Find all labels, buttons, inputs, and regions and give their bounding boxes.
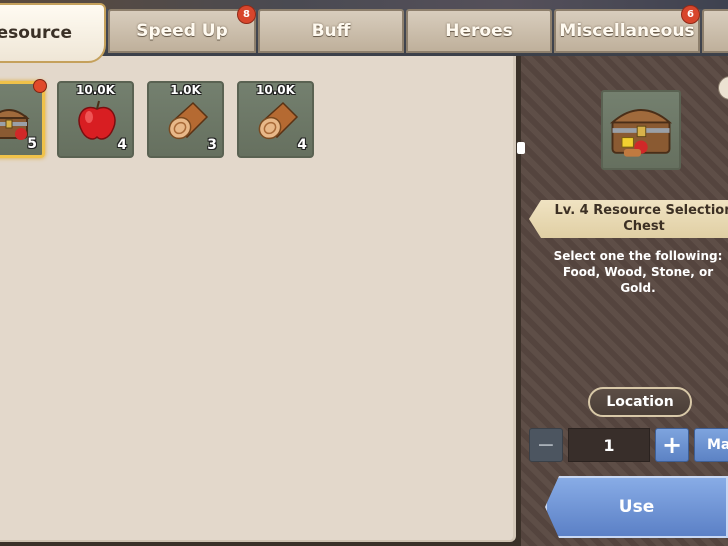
- item-amount-label: 10.0K: [256, 83, 295, 97]
- item-amount-label: 1.0K: [170, 83, 201, 97]
- info-icon[interactable]: [718, 76, 728, 100]
- panel-divider-nub: [517, 142, 525, 154]
- inventory-item-wood[interactable]: 10.0K 4: [237, 81, 314, 158]
- increase-quantity-button[interactable]: +: [655, 428, 689, 462]
- category-tab-bar: Speed Up 8 Buff Heroes Miscellaneous 6 R…: [0, 0, 728, 63]
- item-amount-label: 10.0K: [76, 83, 115, 97]
- inventory-item-food[interactable]: 10.0K 4: [57, 81, 134, 158]
- quantity-stepper: − + Max: [521, 428, 728, 464]
- inventory-item-resource-chest[interactable]: 5: [0, 79, 47, 158]
- item-count: 3: [207, 137, 217, 153]
- use-item-button[interactable]: Use: [545, 476, 728, 538]
- notification-badge: 6: [681, 5, 700, 24]
- item-title: Lv. 4 Resource Selection Chest: [554, 203, 728, 234]
- max-quantity-button[interactable]: Max: [694, 428, 728, 462]
- wood-log-icon: [258, 101, 299, 140]
- tab-heroes[interactable]: Heroes: [406, 9, 552, 53]
- item-count: 4: [117, 137, 127, 153]
- decrease-quantity-button[interactable]: −: [529, 428, 563, 462]
- inventory-item-grid: 5 10.0K 4 1.0K 3 10.0K 4: [0, 56, 516, 542]
- tab-speed-up[interactable]: Speed Up 8: [108, 5, 256, 53]
- notification-badge: 8: [237, 5, 256, 24]
- item-description: Select one the following: Food, Wood, St…: [553, 249, 723, 295]
- tab-label: Heroes: [445, 21, 513, 41]
- alert-dot: [33, 79, 47, 93]
- quantity-input[interactable]: [568, 428, 650, 462]
- inventory-item-wood[interactable]: 1.0K 3: [147, 81, 224, 158]
- tab-buff[interactable]: Buff: [258, 9, 404, 53]
- location-button[interactable]: Location: [588, 387, 692, 417]
- tab-bar-backdrop: [0, 0, 728, 9]
- item-count: 5: [27, 136, 37, 152]
- wood-log-icon: [168, 101, 209, 140]
- resource-chest-icon: [609, 109, 673, 157]
- tab-label: Buff: [311, 21, 351, 41]
- detail-item-icon-frame: [601, 90, 681, 170]
- item-detail-panel: Lv. 4 Resource Selection Chest Select on…: [517, 56, 728, 546]
- tab-miscellaneous[interactable]: Miscellaneous 6: [554, 5, 700, 53]
- apple-icon: [78, 100, 116, 140]
- tab-overflow[interactable]: [702, 9, 728, 53]
- tab-label: Miscellaneous: [559, 21, 695, 41]
- item-count: 4: [297, 137, 307, 153]
- tab-label: Speed Up: [136, 21, 228, 41]
- tab-resource[interactable]: Resource: [0, 3, 106, 63]
- tab-label: Resource: [0, 23, 72, 43]
